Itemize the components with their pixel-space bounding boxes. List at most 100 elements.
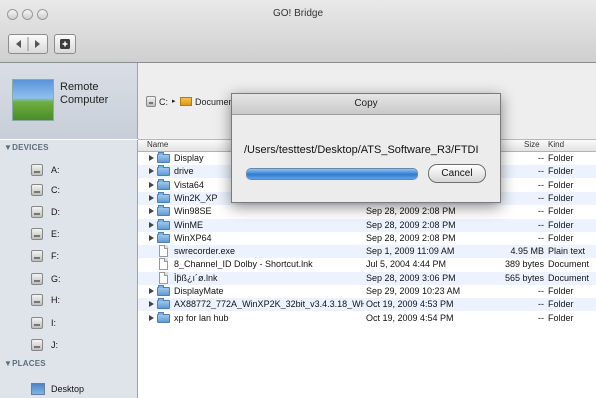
file-name: swrecorder.exe [174,246,236,257]
file-name: WinXP64 [174,232,212,243]
file-kind: Folder [548,312,574,323]
drive-icon [31,339,43,351]
copy-dialog: Copy /Users/testtest/Desktop/ATS_Softwar… [231,93,501,203]
drive-icon [31,273,43,285]
disclosure-triangle-icon[interactable] [149,208,154,215]
drive-icon [31,206,43,218]
table-row[interactable]: Ìþ̈ß¿ı´ø.lnk Sep 28, 2009 3:06 PM 565 byte… [138,271,596,285]
drive-icon [31,184,43,196]
file-size: -- [538,206,544,217]
folder-icon [157,178,170,190]
folder-icon [157,191,170,203]
new-folder-button[interactable] [54,34,76,54]
file-size: -- [538,312,544,323]
column-size[interactable]: Size [524,140,540,149]
file-name: AX88772_772A_WinXP2K_32bit_v3.4.3.18_WHQ… [174,299,364,310]
file-kind: Folder [548,192,574,203]
back-arrow-icon[interactable] [16,40,21,48]
table-row[interactable]: DisplayMate Sep 29, 2009 10:23 AM -- Folder [138,285,596,298]
disclosure-triangle-icon[interactable] [149,301,154,308]
new-folder-icon [60,39,70,49]
table-row[interactable]: xp for lan hub Oct 19, 2009 4:54 PM -- Fold… [138,311,596,325]
table-row[interactable]: swrecorder.exe Sep 1, 2009 11:09 AM 4.95 M… [138,245,596,259]
copy-progress-bar [246,168,418,180]
drive-icon [31,294,43,306]
remote-computer-label: Remote Computer [60,81,109,106]
folder-icon [180,97,192,106]
file-kind: Folder [548,153,574,163]
disclosure-triangle-icon[interactable] [149,314,154,321]
file-name: Win98SE [174,206,212,217]
folder-icon [157,205,170,217]
disclosure-triangle-icon[interactable] [149,221,154,228]
places-heading[interactable]: ▼PLACES [4,359,46,368]
file-date: Oct 19, 2009 4:54 PM [366,312,454,323]
folder-icon [157,218,170,230]
file-kind: Plain text [548,246,586,257]
file-size: 565 bytes [504,272,544,283]
file-date: Oct 19, 2009 4:53 PM [366,299,454,310]
sidebar: ▼DEVICES A: C: D: E: F: G: H: I: J: ▼PLA… [0,140,138,398]
copy-progress-fill [247,169,417,179]
disclosure-triangle-icon[interactable] [149,155,154,161]
file-size: -- [538,299,544,310]
table-row[interactable]: 8_Channel_ID Dolby - Shortcut.lnk Jul 5, … [138,258,596,271]
disclosure-triangle-icon[interactable] [149,168,154,175]
document-icon [159,258,168,271]
folder-icon [157,298,170,310]
file-name: DisplayMate [174,286,224,296]
devices-heading[interactable]: ▼DEVICES [4,143,49,152]
table-row[interactable]: Win98SE Sep 28, 2009 2:08 PM -- Folder [138,205,596,218]
column-name[interactable]: Name [147,140,168,149]
disclosure-triangle-icon[interactable] [149,194,154,201]
disclosure-triangle-icon[interactable] [149,181,154,188]
file-kind: Folder [548,232,574,243]
back-forward-control [8,34,48,54]
cancel-button[interactable]: Cancel [428,164,486,183]
file-kind: Folder [548,206,574,217]
file-date: Sep 28, 2009 2:08 PM [366,219,456,230]
file-kind: Folder [548,166,574,177]
file-kind: Document [548,259,590,270]
file-date: Sep 28, 2009 2:08 PM [366,232,456,243]
file-kind: Document [548,272,590,283]
file-name: Ìþ̈ß¿ı´ø.lnk [174,272,218,283]
file-size: -- [538,286,544,296]
file-date: Sep 29, 2009 10:23 AM [366,286,461,296]
file-name: 8_Channel_ID Dolby - Shortcut.lnk [174,259,313,270]
file-date: Sep 28, 2009 3:06 PM [366,272,456,283]
forward-arrow-icon[interactable] [35,40,40,48]
file-date: Jul 5, 2004 4:44 PM [366,259,447,270]
document-icon [159,271,168,284]
title-bar: GO! Bridge [0,0,596,63]
disclosure-triangle-icon[interactable] [149,288,154,294]
file-kind: Folder [548,299,574,310]
drive-icon [31,317,43,329]
file-size: -- [538,219,544,230]
folder-icon [157,152,170,163]
file-date: Sep 28, 2009 2:08 PM [366,206,456,217]
file-name: xp for lan hub [174,312,229,323]
folder-icon [157,231,170,243]
drive-icon [31,250,43,262]
window-title: GO! Bridge [272,8,324,19]
disclosure-triangle-icon[interactable] [149,234,154,241]
copy-path: /Users/testtest/Desktop/ATS_Software_R3/… [244,144,479,156]
drive-icon [31,164,43,176]
table-row[interactable]: WinXP64 Sep 28, 2009 2:08 PM -- Folder [138,231,596,245]
finder-window: GO! Bridge Remote Computer C: ▸ Document… [0,0,596,398]
table-row[interactable]: AX88772_772A_WinXP2K_32bit_v3.4.3.18_WHQ… [138,298,596,312]
column-kind[interactable]: Kind [548,140,564,149]
desktop-icon [31,383,45,395]
drive-icon [146,96,156,107]
remote-computer-icon[interactable] [12,79,54,121]
document-icon [159,245,168,258]
file-kind: Folder [548,219,574,230]
dialog-title: Copy [232,94,500,115]
file-size: -- [538,232,544,243]
table-row[interactable]: WinME Sep 28, 2009 2:08 PM -- Folder [138,218,596,232]
file-date: Sep 1, 2009 11:09 AM [366,246,455,257]
file-size: 4.95 MB [510,246,544,257]
file-kind: Folder [548,286,574,296]
folder-icon [157,311,170,323]
